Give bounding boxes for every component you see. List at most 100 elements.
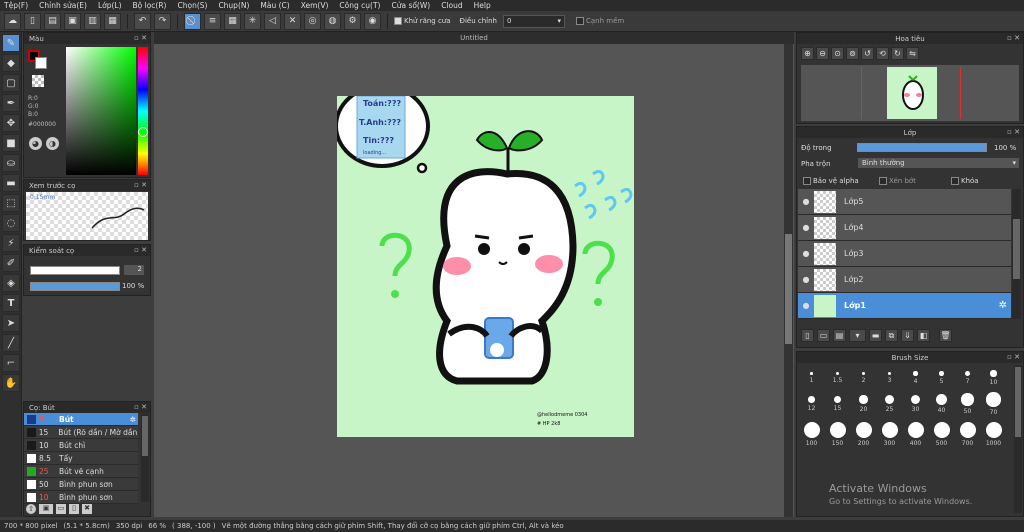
panel-close-icon[interactable]: ▫ ✕: [134, 246, 147, 254]
text-tool-icon[interactable]: T: [2, 294, 20, 312]
brush-size-cell[interactable]: 12: [799, 391, 824, 417]
menu-layer[interactable]: Lớp(L): [98, 1, 122, 10]
mask-icon[interactable]: ◧: [917, 329, 930, 342]
layer-row[interactable]: ● Lớp5: [798, 189, 1011, 215]
brush-size-cell[interactable]: 5: [929, 365, 954, 391]
lock-checkbox[interactable]: Khóa: [951, 177, 979, 185]
brush-add-icon[interactable]: ▣: [39, 504, 53, 514]
delete-layer-icon[interactable]: 🗑: [939, 329, 952, 342]
zoom-out-icon[interactable]: ⊖: [816, 46, 829, 60]
brush-size-scrollbar[interactable]: [1014, 365, 1022, 513]
menu-tools[interactable]: Công cụ(T): [339, 1, 380, 10]
new-layer-menu-icon[interactable]: ▾: [849, 329, 866, 342]
rotate-reset-icon[interactable]: ⟲: [876, 46, 889, 60]
visibility-icon[interactable]: ●: [798, 249, 814, 258]
brush-item[interactable]: 8.5 Tẩy: [24, 452, 138, 465]
layer-row[interactable]: ● Lớp4: [798, 215, 1011, 241]
rotate-left-icon[interactable]: ↺: [861, 46, 874, 60]
brush-size-cell[interactable]: 50: [955, 391, 980, 417]
new-halftone-layer-icon[interactable]: ▭: [817, 329, 830, 342]
panel-close-icon[interactable]: ▫ ✕: [134, 34, 147, 42]
brush-size-cell[interactable]: 700: [955, 417, 980, 451]
antialias-checkbox[interactable]: Khử răng cưa: [394, 17, 451, 25]
brush-item[interactable]: 25 Bút vẽ cạnh: [24, 465, 138, 478]
open-icon[interactable]: ▤: [44, 12, 61, 30]
panel-close-icon[interactable]: ▫ ✕: [134, 181, 147, 189]
transparent-swatch[interactable]: [32, 75, 44, 87]
menu-file[interactable]: Tệp(F): [4, 1, 28, 10]
visibility-icon[interactable]: ●: [798, 197, 814, 206]
brush-size-cell[interactable]: 1000: [981, 417, 1006, 451]
brush-size-cell[interactable]: 200: [851, 417, 876, 451]
brush-size-cell[interactable]: 30: [903, 391, 928, 417]
brush-size-cell[interactable]: 1.5: [825, 365, 850, 391]
canvas-scrollbar[interactable]: [784, 44, 793, 517]
folder-icon[interactable]: ▬: [869, 329, 882, 342]
cloud-icon[interactable]: ☁: [4, 12, 21, 30]
layer-row[interactable]: ● Lớp2: [798, 267, 1011, 293]
brush-folder-icon[interactable]: ▭: [56, 504, 66, 514]
brush-size-cell[interactable]: 300: [877, 417, 902, 451]
snap-perspective-icon[interactable]: ◁: [264, 12, 281, 30]
undo-icon[interactable]: ↶: [134, 12, 151, 30]
new-layer-icon[interactable]: ▯: [801, 329, 814, 342]
brush-item[interactable]: 10 Bút chì: [24, 439, 138, 452]
protect-alpha-checkbox[interactable]: Bảo vệ alpha: [803, 177, 859, 185]
rotate-right-icon[interactable]: ↻: [891, 46, 904, 60]
pen-tool-icon[interactable]: ✒: [2, 94, 20, 112]
brush-copy-icon[interactable]: ▯: [69, 504, 79, 514]
snap-vanishing-icon[interactable]: ◉: [364, 12, 381, 30]
flip-icon[interactable]: ⇋: [906, 46, 919, 60]
layer-row-selected[interactable]: ● Lớp1 ✲: [798, 293, 1011, 319]
brush-size-cell[interactable]: 3: [877, 365, 902, 391]
divide-tool-icon[interactable]: ╱: [2, 334, 20, 352]
menu-edit[interactable]: Chỉnh sửa(E): [39, 1, 87, 10]
brush-delete-icon[interactable]: ✖: [82, 504, 92, 514]
layer-scrollbar[interactable]: [1012, 189, 1021, 319]
new-1bit-layer-icon[interactable]: ▤: [833, 329, 846, 342]
brush-item[interactable]: 9 Bút ✲: [24, 413, 138, 426]
soft-edge-checkbox[interactable]: Cạnh mềm: [576, 17, 624, 25]
palette-icon[interactable]: ◕: [29, 137, 42, 150]
redo-icon[interactable]: ↷: [154, 12, 171, 30]
magic-wand-icon[interactable]: ⚡: [2, 234, 20, 252]
export-icon[interactable]: ▥: [84, 12, 101, 30]
move-tool-icon[interactable]: ✥: [2, 114, 20, 132]
select-eraser-icon[interactable]: ◈: [2, 274, 20, 292]
drawing-canvas[interactable]: Toán:??? T.Anh:??? Tin:??? loading... @h…: [337, 96, 634, 437]
zoom-fit-icon[interactable]: ⊙: [831, 46, 844, 60]
menu-capture[interactable]: Chụp(N): [218, 1, 249, 10]
duplicate-layer-icon[interactable]: ⧉: [885, 329, 898, 342]
menu-cloud[interactable]: Cloud: [441, 1, 462, 10]
brush-size-cell[interactable]: 150: [825, 417, 850, 451]
panel-close-icon[interactable]: ▫ ✕: [134, 403, 147, 411]
brush-size-cell[interactable]: 2: [851, 365, 876, 391]
brush-size-cell[interactable]: 20: [851, 391, 876, 417]
eraser-tool-icon[interactable]: ◆: [2, 54, 20, 72]
layer-row[interactable]: ● Lớp3: [798, 241, 1011, 267]
brush-size-cell[interactable]: 10: [981, 365, 1006, 391]
brush-tool-icon[interactable]: ✎: [2, 34, 20, 52]
clipping-checkbox[interactable]: Xén bớt: [879, 177, 916, 185]
select-pen-icon[interactable]: ✐: [2, 254, 20, 272]
color-history-icon[interactable]: ◑: [46, 137, 59, 150]
color-square[interactable]: [66, 47, 136, 175]
merge-layer-icon[interactable]: ⇓: [901, 329, 914, 342]
fill-rect-tool-icon[interactable]: ■: [2, 134, 20, 152]
menu-window[interactable]: Cửa sổ(W): [391, 1, 430, 10]
brush-item[interactable]: 50 Bình phun sơn: [24, 478, 138, 491]
zoom-actual-icon[interactable]: ⊚: [846, 46, 859, 60]
snap-parallel-icon[interactable]: ≡: [204, 12, 221, 30]
menu-view[interactable]: Xem(V): [301, 1, 329, 10]
snap-off-icon[interactable]: ⃠: [184, 12, 201, 30]
operation-tool-icon[interactable]: ➤: [2, 314, 20, 332]
blend-mode-select[interactable]: Bình thường ▾: [857, 157, 1020, 169]
visibility-icon[interactable]: ●: [798, 301, 814, 310]
brush-size-cell[interactable]: 40: [929, 391, 954, 417]
brush-item[interactable]: 10 Bình phun sơn: [24, 491, 138, 504]
navigator-preview[interactable]: [801, 65, 1019, 121]
brush-size-cell[interactable]: 1: [799, 365, 824, 391]
brush-size-slider[interactable]: [30, 266, 120, 275]
brush-size-cell[interactable]: 100: [799, 417, 824, 451]
secondary-color-swatch[interactable]: [35, 57, 47, 69]
